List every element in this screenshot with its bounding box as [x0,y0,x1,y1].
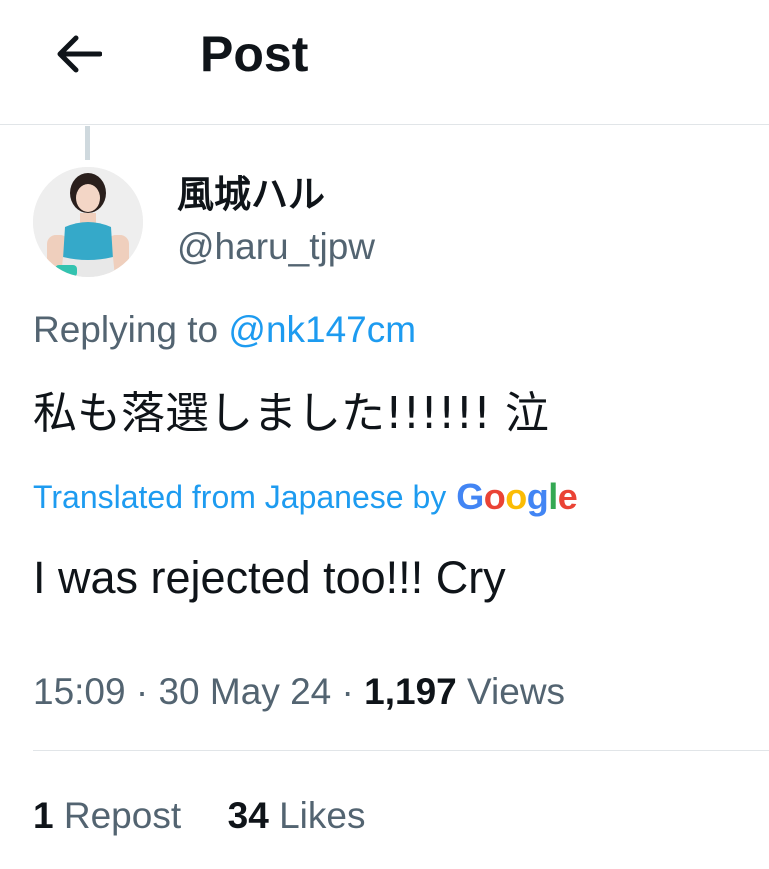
translated-label: Translated from Japanese by [33,478,447,515]
translated-text: I was rejected too!!! Cry [33,552,506,603]
thread-connector [85,126,90,160]
author-handle[interactable]: @haru_tjpw [177,224,375,270]
avatar-image [33,167,143,277]
post-meta: 15:09 · 30 May 24 · 1,197 Views [33,668,565,716]
meta-separator: · [341,671,354,712]
back-button[interactable] [40,16,116,92]
page-title: Post [200,26,309,82]
avatar[interactable] [33,167,143,277]
replying-to-label: Replying to [33,309,219,350]
reposts-count: 1 [33,795,54,836]
engagement-stats: 1 Repost 34 Likes [33,792,365,840]
post-text: 私も落選しました!!!!!! 泣 [33,388,549,439]
top-bar: Post [0,0,769,125]
author-display-name[interactable]: 風城ハル [177,172,325,218]
likes-stat[interactable]: 34 Likes [228,795,366,836]
post-date[interactable]: 30 May 24 [158,671,331,712]
reposts-label: Repost [63,795,182,836]
post-time[interactable]: 15:09 [33,671,126,712]
google-logo-icon: Google [456,476,578,517]
divider [33,750,769,751]
arrow-left-icon [57,35,102,73]
translation-attribution[interactable]: Translated from Japanese by Google [33,472,578,522]
reposts-stat[interactable]: 1 Repost [33,795,191,836]
reply-context: Replying to @nk147cm [33,306,416,354]
meta-separator: · [135,671,149,712]
views-count: 1,197 [364,671,457,712]
views-label: Views [467,671,566,712]
likes-count: 34 [227,795,269,836]
reply-mention-link[interactable]: @nk147cm [228,309,416,350]
likes-label: Likes [279,795,366,836]
